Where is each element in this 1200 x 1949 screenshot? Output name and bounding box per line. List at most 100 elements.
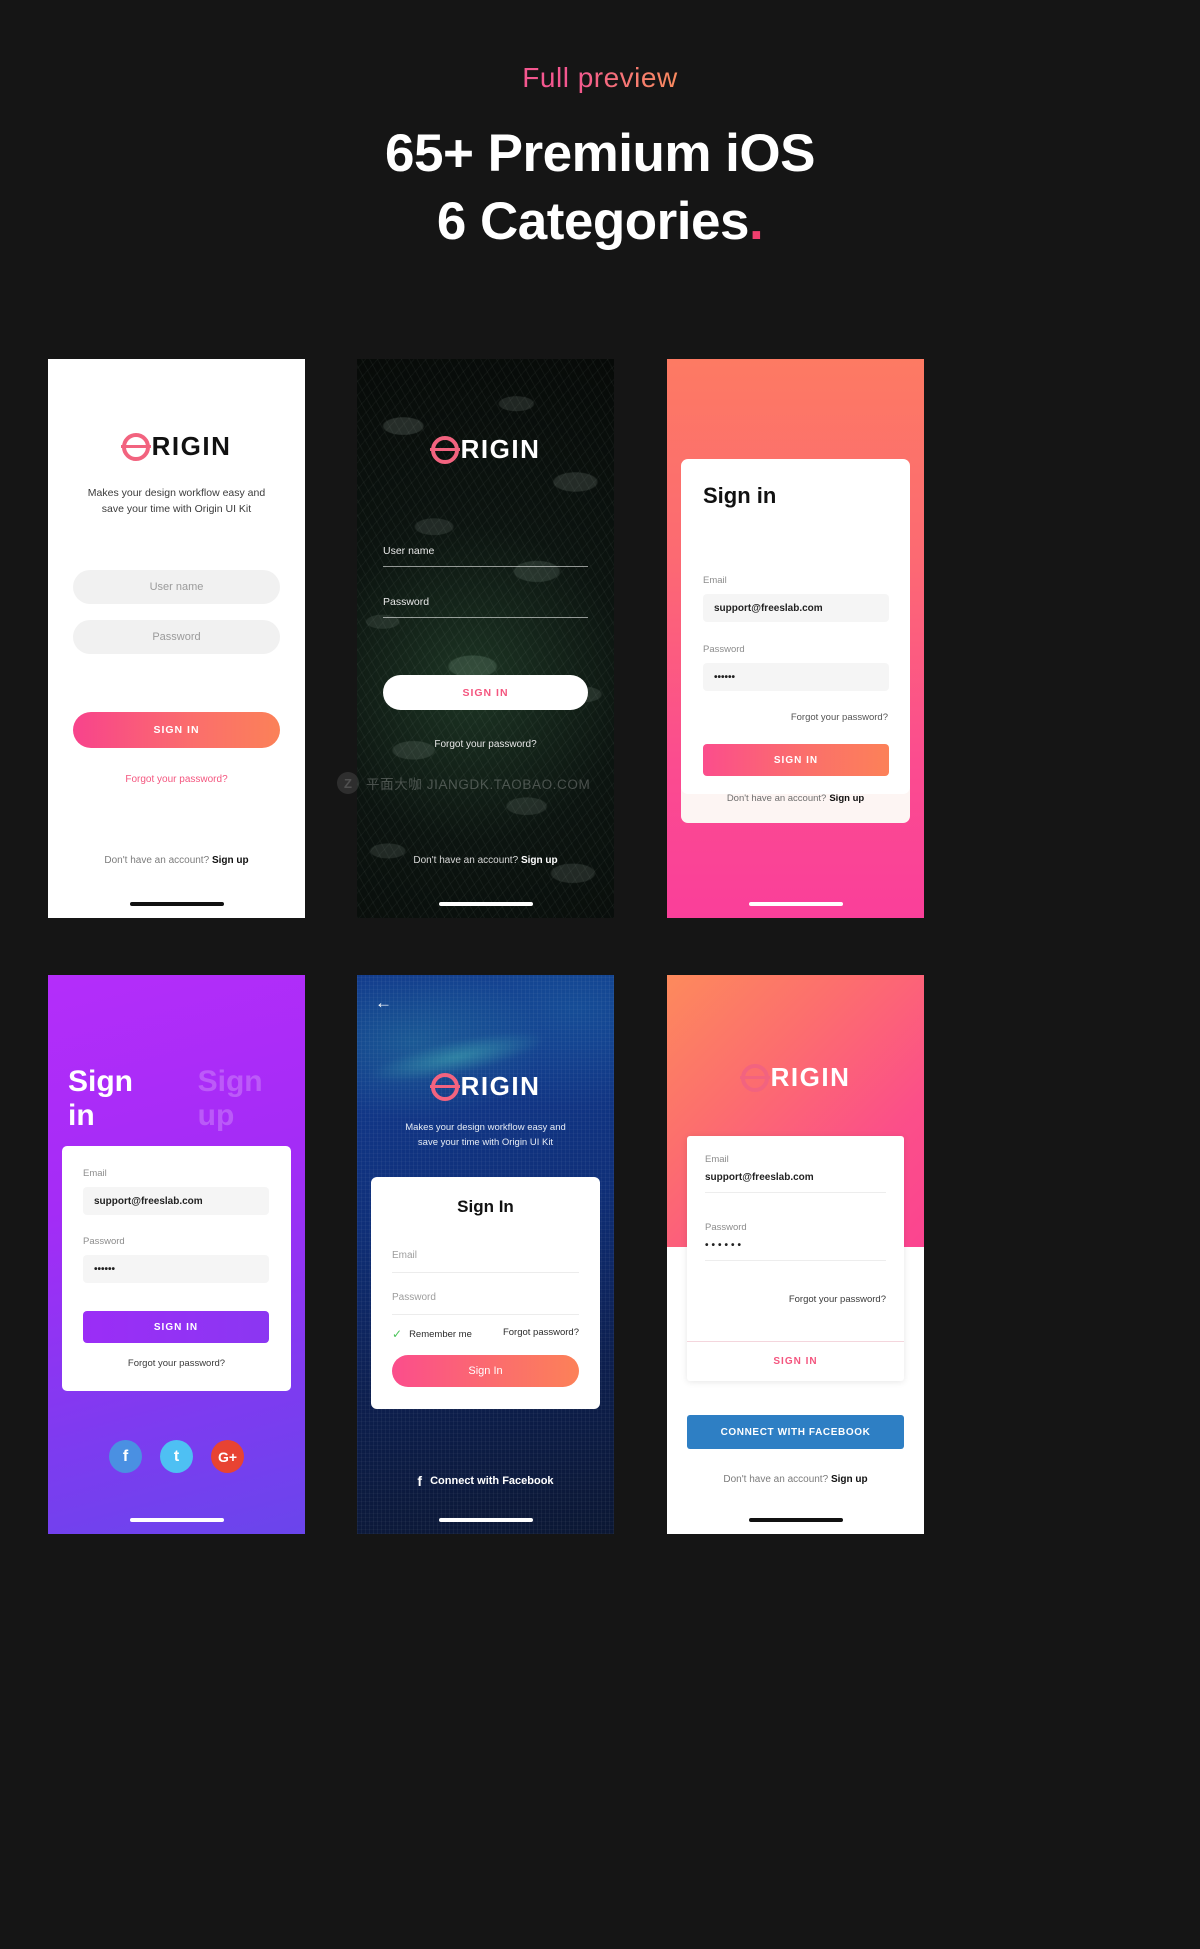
screen-signin-coral-card[interactable]: Don't have an account? Sign up Sign in E… <box>667 359 924 918</box>
remember-me-checkbox[interactable]: ✓ Remember me <box>392 1327 472 1341</box>
email-field[interactable]: Email support@freeslab.com <box>703 575 889 622</box>
signin-button[interactable]: SIGN IN <box>73 712 280 748</box>
signin-card: Email support@freeslab.com Password ••••… <box>687 1136 904 1381</box>
remember-me-label: Remember me <box>409 1328 472 1340</box>
facebook-connect-label: Connect with Facebook <box>430 1475 554 1487</box>
password-input[interactable]: •••••• <box>703 663 889 691</box>
email-input[interactable]: support@freeslab.com <box>83 1187 269 1215</box>
signup-link[interactable]: Sign up <box>829 793 864 804</box>
screen-signin-leaves[interactable]: RIGIN User name Password SIGN IN Forgot … <box>357 359 614 918</box>
signin-card: Email support@freeslab.com Password ••••… <box>62 1146 291 1391</box>
home-indicator <box>748 902 843 906</box>
forgot-password-link[interactable]: Forgot your password? <box>791 712 888 723</box>
twitter-icon[interactable]: t <box>160 1440 193 1473</box>
auth-tabs[interactable]: Sign in Sign up <box>68 1065 305 1133</box>
google-plus-icon[interactable]: G+ <box>211 1440 244 1473</box>
screens-grid: RIGIN Makes your design workflow easy an… <box>0 0 1200 1949</box>
tagline-line-1: Makes your design workflow easy and <box>405 1122 566 1133</box>
signup-footer-prefix: Don't have an account? <box>726 792 827 804</box>
home-indicator <box>748 1518 843 1522</box>
forgot-password-link[interactable]: Forgot your password? <box>357 739 614 750</box>
origin-logo: RIGIN <box>357 434 614 465</box>
signup-footer-prefix: Don't have an account? <box>104 855 210 866</box>
origin-circle-icon <box>429 1072 460 1101</box>
origin-wordmark: RIGIN <box>460 434 541 464</box>
password-label: Password <box>383 596 430 608</box>
origin-wordmark: RIGIN <box>770 1062 851 1092</box>
facebook-icon: f <box>417 1473 423 1489</box>
forgot-password-link[interactable]: Forgot your password? <box>789 1294 886 1305</box>
email-input[interactable]: support@freeslab.com <box>703 594 889 622</box>
signin-card: Sign In Email Password ✓ Remember me For… <box>371 1177 600 1409</box>
origin-logo: RIGIN <box>667 1062 924 1093</box>
origin-circle-icon <box>429 435 460 464</box>
home-indicator <box>438 1518 533 1522</box>
origin-circle-icon <box>120 432 151 461</box>
screen-signin-white[interactable]: RIGIN Makes your design workflow easy an… <box>48 359 305 918</box>
signin-button[interactable]: Sign In <box>392 1355 579 1387</box>
origin-wordmark: RIGIN <box>151 431 232 461</box>
signin-card: Sign in Email support@freeslab.com Passw… <box>681 459 910 794</box>
email-field[interactable]: Email support@freeslab.com <box>705 1154 886 1193</box>
password-label: Password <box>703 644 745 655</box>
username-label: User name <box>383 545 435 557</box>
home-indicator <box>129 1518 224 1522</box>
password-input[interactable]: •••••• <box>83 1255 269 1283</box>
screen-signin-coral-facebook[interactable]: RIGIN Email support@freeslab.com Passwor… <box>667 975 924 1534</box>
username-input[interactable]: User name <box>73 570 280 604</box>
back-arrow-icon[interactable]: ← <box>375 993 392 1013</box>
origin-circle-icon <box>739 1063 770 1092</box>
email-label: Email <box>83 1168 107 1179</box>
signin-button[interactable]: SIGN IN <box>83 1311 269 1343</box>
facebook-icon[interactable]: f <box>109 1440 142 1473</box>
tagline: Makes your design workflow easy and save… <box>48 485 305 518</box>
password-label: Password <box>705 1222 747 1233</box>
tagline: Makes your design workflow easy and save… <box>357 1120 614 1150</box>
username-input[interactable]: User name <box>383 545 588 567</box>
username-underline <box>383 566 588 567</box>
email-field[interactable]: Email support@freeslab.com <box>83 1168 269 1215</box>
check-icon: ✓ <box>392 1327 403 1341</box>
password-underline <box>383 617 588 618</box>
signin-button[interactable]: SIGN IN <box>383 675 588 710</box>
email-input[interactable]: Email <box>392 1239 579 1273</box>
screen-signin-blue[interactable]: ← RIGIN Makes your design workflow easy … <box>357 975 614 1534</box>
password-input[interactable]: Password <box>73 620 280 654</box>
screen-signin-purple[interactable]: Sign in Sign up Email support@freeslab.c… <box>48 975 305 1534</box>
forgot-password-link[interactable]: Forgot password? <box>503 1327 579 1338</box>
tagline-line-2: save your time with Origin UI Kit <box>417 1137 554 1149</box>
tab-sign-in[interactable]: Sign in <box>68 1065 166 1133</box>
password-field[interactable]: Password •••••• <box>705 1222 886 1261</box>
watermark-badge-icon: Z <box>337 772 359 794</box>
facebook-connect-link[interactable]: f Connect with Facebook <box>357 1473 614 1489</box>
email-input[interactable]: support@freeslab.com <box>705 1165 886 1193</box>
tab-sign-up[interactable]: Sign up <box>198 1065 305 1133</box>
signup-footer[interactable]: Don't have an account? Sign up <box>667 1474 924 1485</box>
forgot-password-link[interactable]: Forgot your password? <box>62 1358 291 1369</box>
password-field[interactable]: Password •••••• <box>83 1236 269 1283</box>
signin-button[interactable]: SIGN IN <box>687 1341 904 1381</box>
home-indicator <box>438 902 533 906</box>
email-label: Email <box>703 575 727 586</box>
signin-button[interactable]: SIGN IN <box>703 744 889 776</box>
signup-link[interactable]: Sign up <box>521 855 558 866</box>
origin-wordmark: RIGIN <box>460 1071 541 1101</box>
social-login-row[interactable]: f t G+ <box>48 1440 305 1473</box>
tagline-line-2: save your time with Origin UI Kit <box>101 503 252 516</box>
signup-link[interactable]: Sign up <box>212 855 249 866</box>
forgot-password-link[interactable]: Forgot your password? <box>48 774 305 785</box>
password-input[interactable]: Password <box>392 1281 579 1315</box>
signup-footer-prefix: Don't have an account? <box>413 855 519 866</box>
signup-footer[interactable]: Don't have an account? Sign up <box>48 855 305 866</box>
connect-facebook-button[interactable]: CONNECT WITH FACEBOOK <box>687 1415 904 1449</box>
card-title: Sign in <box>703 483 777 508</box>
tagline-line-1: Makes your design workflow easy and <box>87 487 266 499</box>
origin-logo: RIGIN <box>48 431 305 462</box>
signup-link[interactable]: Sign up <box>831 1474 868 1485</box>
password-input[interactable]: •••••• <box>705 1233 886 1261</box>
password-input[interactable]: Password <box>383 596 588 618</box>
signup-footer[interactable]: Don't have an account? Sign up <box>357 855 614 866</box>
card-title: Sign In <box>457 1197 514 1216</box>
password-field[interactable]: Password •••••• <box>703 644 889 691</box>
password-label: Password <box>83 1236 125 1247</box>
